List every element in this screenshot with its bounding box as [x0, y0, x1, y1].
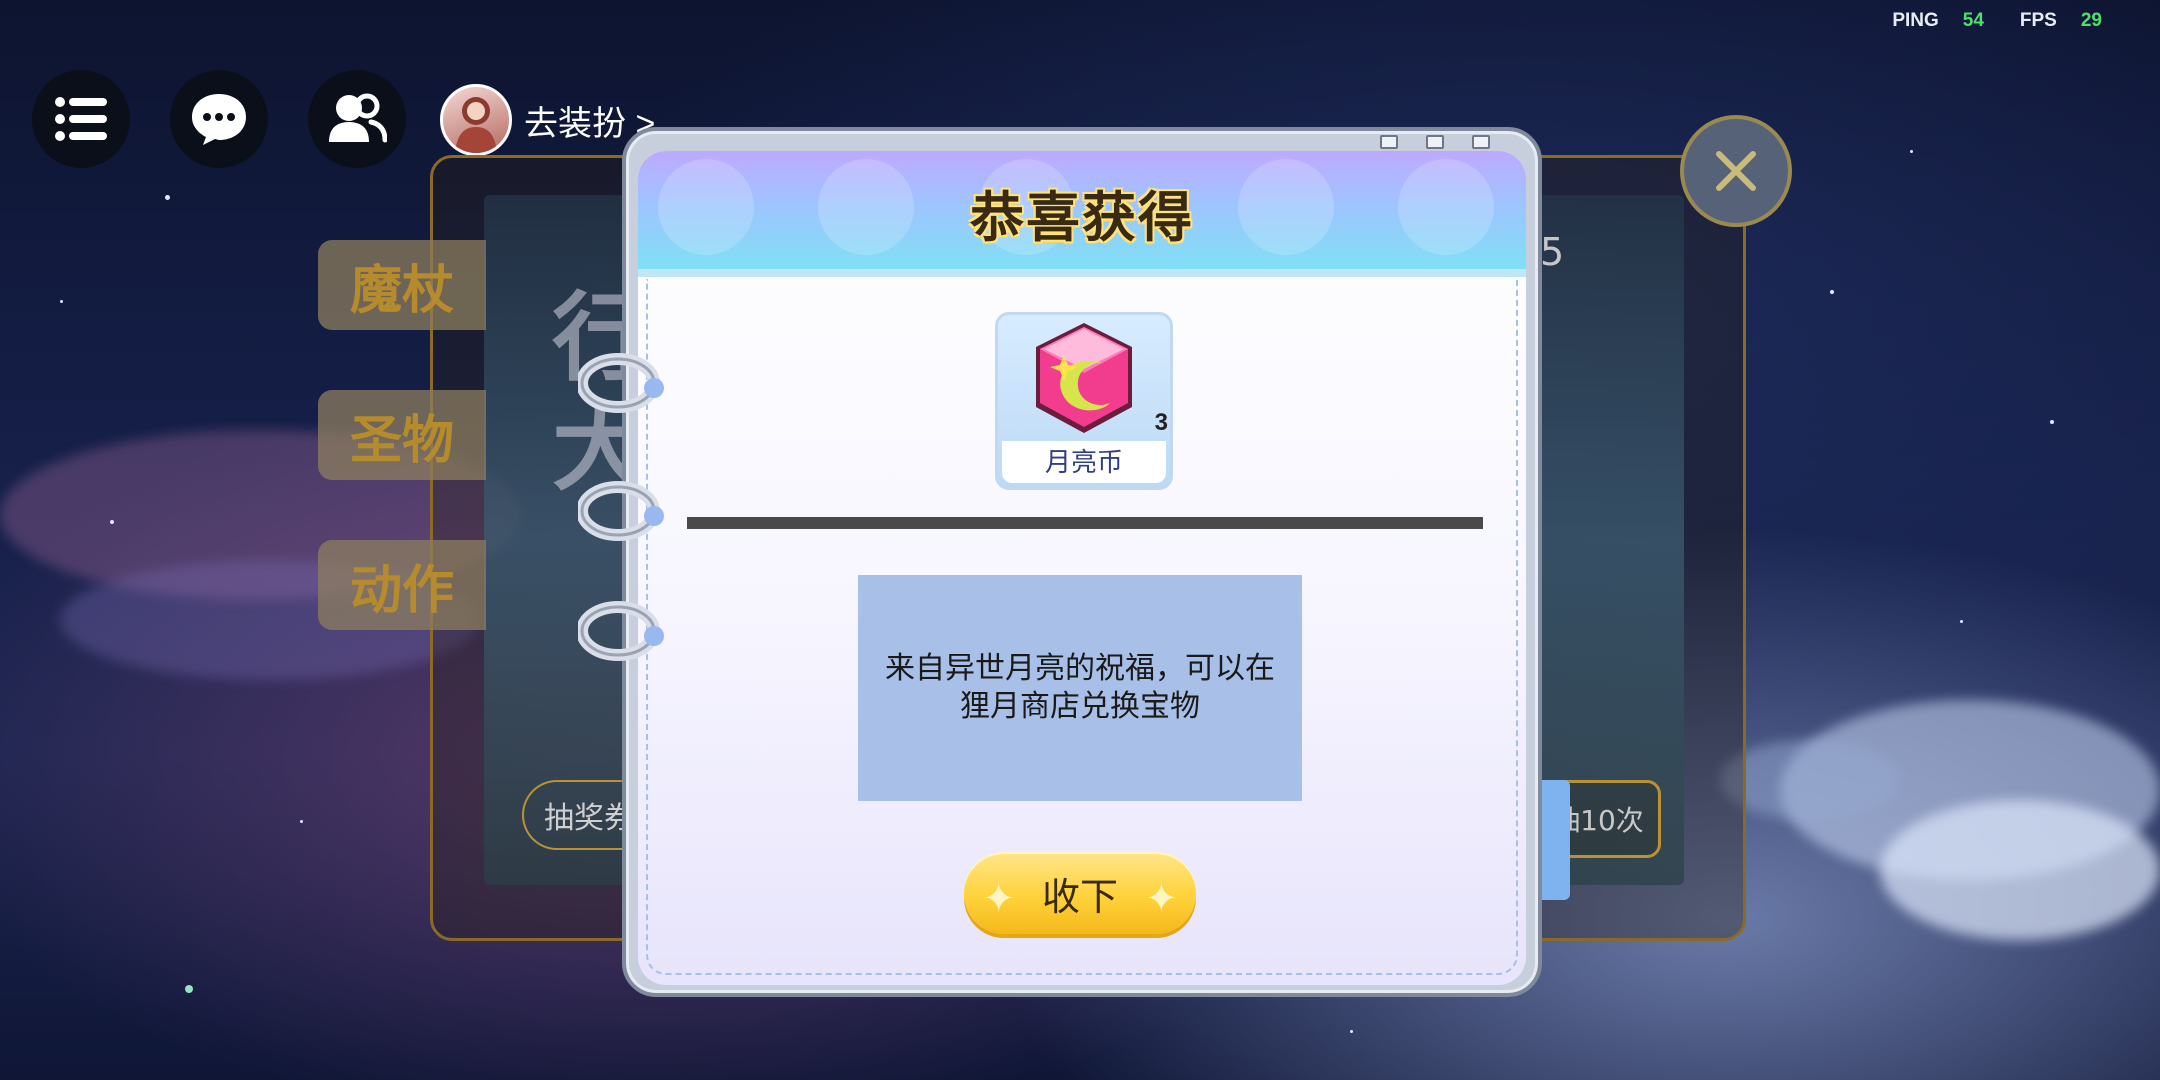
reward-item-name: 月亮币 — [1002, 441, 1166, 483]
reward-description-text: 来自异世月亮的祝福，可以在狸月商店兑换宝物 — [885, 652, 1275, 723]
reward-description: 来自异世月亮的祝福，可以在狸月商店兑换宝物 — [858, 575, 1302, 801]
reward-dialog-title: 恭喜获得 — [970, 188, 1194, 248]
fps-value: 29 — [2080, 10, 2102, 31]
close-icon — [1716, 151, 1756, 191]
banner-number: 5 — [1540, 230, 1565, 274]
tab-wand[interactable]: 魔杖 — [318, 240, 486, 330]
tab-relic[interactable]: 圣物 — [318, 390, 486, 480]
window-controls — [1380, 135, 1490, 149]
sparkle-icon: ✦ — [982, 877, 1016, 921]
friends-icon — [329, 93, 387, 143]
tab-action-label: 动作 — [349, 561, 454, 620]
tab-action[interactable]: 动作 — [318, 540, 486, 630]
moon-coin-icon — [1036, 323, 1132, 433]
ring-icon — [578, 353, 664, 413]
menu-button[interactable] — [32, 70, 130, 168]
divider — [687, 517, 1483, 529]
accept-button-label: 收下 — [1041, 876, 1118, 919]
ring-icon — [578, 601, 664, 661]
accept-button[interactable]: ✦ 收下 ✦ — [964, 852, 1196, 934]
fps-label: FPS — [2019, 10, 2057, 31]
ping-value: 54 — [1962, 10, 1984, 31]
avatar — [440, 84, 512, 156]
reward-dialog-header: 恭喜获得 — [638, 151, 1526, 277]
lottery-ticket-label: 抽奖券 — [544, 801, 634, 836]
reward-item-card: 3 月亮币 — [995, 312, 1173, 490]
reward-item-count: 3 — [1154, 409, 1168, 436]
friends-button[interactable] — [308, 70, 406, 168]
ping-label: PING — [1892, 10, 1939, 31]
chat-button[interactable] — [170, 70, 268, 168]
menu-icon — [55, 97, 107, 141]
tab-wand-label: 魔杖 — [349, 261, 454, 320]
network-stats: PING 54 FPS 29 — [1892, 10, 2102, 32]
tab-relic-label: 圣物 — [349, 411, 454, 470]
close-button[interactable] — [1680, 115, 1792, 227]
sparkle-icon: ✦ — [1144, 877, 1178, 921]
ring-icon — [578, 481, 664, 541]
chat-icon — [192, 94, 246, 145]
